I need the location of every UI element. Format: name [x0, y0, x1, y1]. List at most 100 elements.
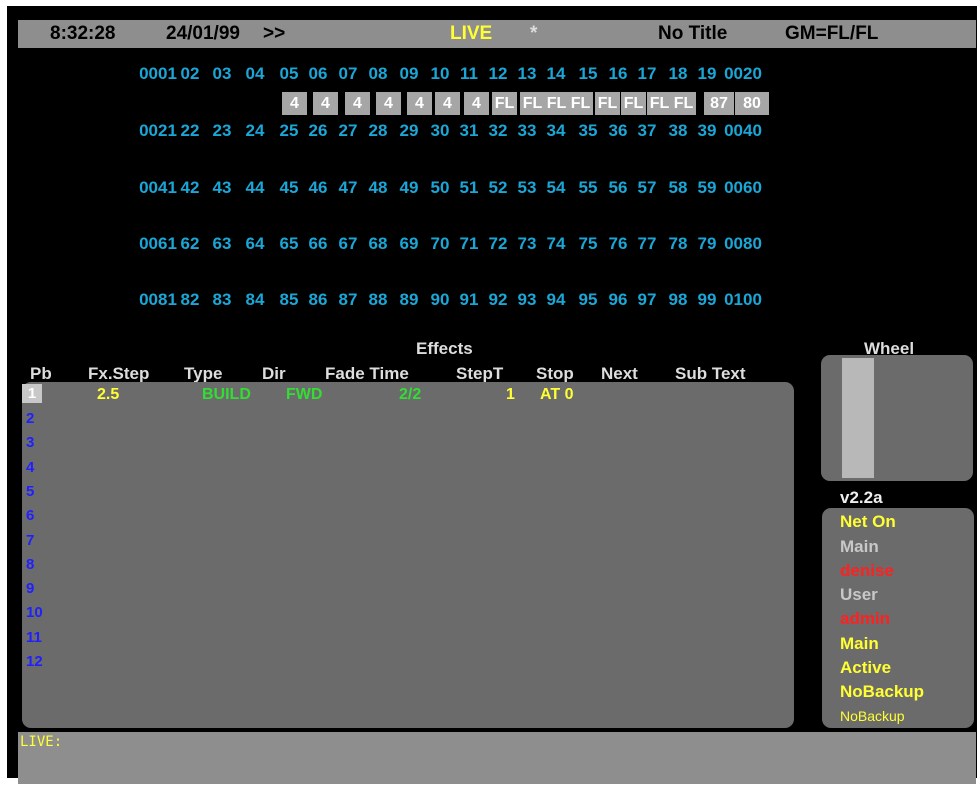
channel-50[interactable]: 50 — [431, 178, 450, 198]
channel-15[interactable]: 15 — [579, 64, 598, 84]
channel-63[interactable]: 63 — [213, 234, 232, 254]
channel-83[interactable]: 83 — [213, 290, 232, 310]
channel-58[interactable]: 58 — [669, 178, 688, 198]
command-line[interactable]: LIVE: — [18, 732, 976, 784]
channel-19[interactable]: 19 — [698, 64, 717, 84]
channel-76[interactable]: 76 — [609, 234, 628, 254]
wheel-track[interactable] — [842, 358, 874, 478]
channel-62[interactable]: 62 — [181, 234, 200, 254]
channel-12[interactable]: 12 — [489, 64, 508, 84]
channel-32[interactable]: 32 — [489, 121, 508, 141]
playback-3[interactable]: 3 — [26, 434, 34, 451]
playback-2[interactable]: 2 — [26, 410, 34, 427]
channel-25[interactable]: 25 — [280, 121, 299, 141]
channel-97[interactable]: 97 — [638, 290, 657, 310]
channel-84[interactable]: 84 — [246, 290, 265, 310]
channel-92[interactable]: 92 — [489, 290, 508, 310]
channel-36[interactable]: 36 — [609, 121, 628, 141]
channel-0040[interactable]: 0040 — [724, 121, 762, 141]
channel-59[interactable]: 59 — [698, 178, 717, 198]
channel-0100[interactable]: 0100 — [724, 290, 762, 310]
channel-09[interactable]: 09 — [400, 64, 419, 84]
channel-10[interactable]: 10 — [431, 64, 450, 84]
channel-37[interactable]: 37 — [638, 121, 657, 141]
channel-0001[interactable]: 0001 — [139, 64, 177, 84]
channel-0021[interactable]: 0021 — [139, 121, 177, 141]
playback-10[interactable]: 10 — [26, 604, 43, 621]
channel-95[interactable]: 95 — [579, 290, 598, 310]
channel-56[interactable]: 56 — [609, 178, 628, 198]
effects-panel[interactable] — [22, 382, 794, 728]
channel-65[interactable]: 65 — [280, 234, 299, 254]
channel-27[interactable]: 27 — [339, 121, 358, 141]
channel-28[interactable]: 28 — [369, 121, 388, 141]
channel-34[interactable]: 34 — [547, 121, 566, 141]
channel-91[interactable]: 91 — [460, 290, 479, 310]
channel-47[interactable]: 47 — [339, 178, 358, 198]
channel-75[interactable]: 75 — [579, 234, 598, 254]
channel-23[interactable]: 23 — [213, 121, 232, 141]
channel-29[interactable]: 29 — [400, 121, 419, 141]
playback-1-selected[interactable]: 1 — [22, 384, 42, 403]
channel-67[interactable]: 67 — [339, 234, 358, 254]
channel-79[interactable]: 79 — [698, 234, 717, 254]
channel-0061[interactable]: 0061 — [139, 234, 177, 254]
channel-64[interactable]: 64 — [246, 234, 265, 254]
channel-93[interactable]: 93 — [518, 290, 537, 310]
channel-44[interactable]: 44 — [246, 178, 265, 198]
channel-14[interactable]: 14 — [547, 64, 566, 84]
channel-03[interactable]: 03 — [213, 64, 232, 84]
channel-51[interactable]: 51 — [460, 178, 479, 198]
channel-31[interactable]: 31 — [460, 121, 479, 141]
channel-99[interactable]: 99 — [698, 290, 717, 310]
channel-71[interactable]: 71 — [460, 234, 479, 254]
channel-42[interactable]: 42 — [181, 178, 200, 198]
playback-9[interactable]: 9 — [26, 580, 34, 597]
channel-55[interactable]: 55 — [579, 178, 598, 198]
channel-88[interactable]: 88 — [369, 290, 388, 310]
channel-39[interactable]: 39 — [698, 121, 717, 141]
channel-90[interactable]: 90 — [431, 290, 450, 310]
channel-57[interactable]: 57 — [638, 178, 657, 198]
channel-0041[interactable]: 0041 — [139, 178, 177, 198]
playback-12[interactable]: 12 — [26, 653, 43, 670]
channel-0081[interactable]: 0081 — [139, 290, 177, 310]
channel-53[interactable]: 53 — [518, 178, 537, 198]
channel-05[interactable]: 05 — [280, 64, 299, 84]
playback-4[interactable]: 4 — [26, 459, 34, 476]
channel-02[interactable]: 02 — [181, 64, 200, 84]
channel-52[interactable]: 52 — [489, 178, 508, 198]
channel-13[interactable]: 13 — [518, 64, 537, 84]
channel-78[interactable]: 78 — [669, 234, 688, 254]
channel-49[interactable]: 49 — [400, 178, 419, 198]
channel-08[interactable]: 08 — [369, 64, 388, 84]
channel-48[interactable]: 48 — [369, 178, 388, 198]
channel-77[interactable]: 77 — [638, 234, 657, 254]
channel-07[interactable]: 07 — [339, 64, 358, 84]
channel-66[interactable]: 66 — [309, 234, 328, 254]
channel-06[interactable]: 06 — [309, 64, 328, 84]
channel-43[interactable]: 43 — [213, 178, 232, 198]
channel-11[interactable]: 11 — [460, 64, 478, 84]
channel-72[interactable]: 72 — [489, 234, 508, 254]
channel-30[interactable]: 30 — [431, 121, 450, 141]
channel-0060[interactable]: 0060 — [724, 178, 762, 198]
channel-86[interactable]: 86 — [309, 290, 328, 310]
channel-54[interactable]: 54 — [547, 178, 566, 198]
channel-74[interactable]: 74 — [547, 234, 566, 254]
playback-8[interactable]: 8 — [26, 556, 34, 573]
channel-0080[interactable]: 0080 — [724, 234, 762, 254]
playback-6[interactable]: 6 — [26, 507, 34, 524]
channel-94[interactable]: 94 — [547, 290, 566, 310]
channel-89[interactable]: 89 — [400, 290, 419, 310]
channel-98[interactable]: 98 — [669, 290, 688, 310]
channel-69[interactable]: 69 — [400, 234, 419, 254]
channel-22[interactable]: 22 — [181, 121, 200, 141]
channel-45[interactable]: 45 — [280, 178, 299, 198]
channel-87[interactable]: 87 — [339, 290, 358, 310]
channel-85[interactable]: 85 — [280, 290, 299, 310]
channel-17[interactable]: 17 — [638, 64, 657, 84]
channel-46[interactable]: 46 — [309, 178, 328, 198]
channel-26[interactable]: 26 — [309, 121, 328, 141]
playback-5[interactable]: 5 — [26, 483, 34, 500]
